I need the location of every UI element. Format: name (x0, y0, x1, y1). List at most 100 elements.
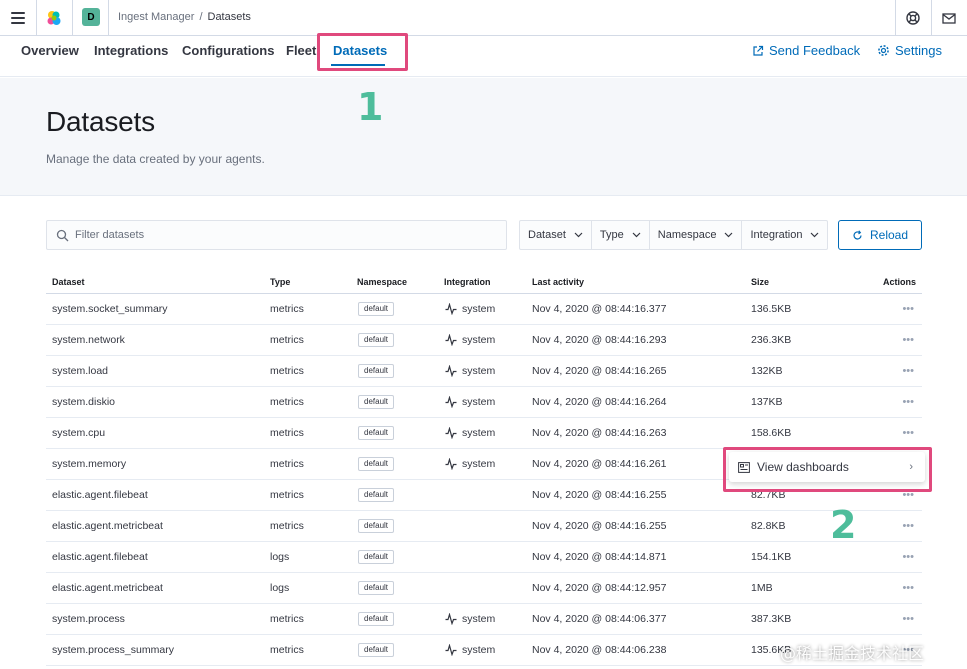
breadcrumb-item-datasets: Datasets (207, 11, 251, 23)
row-actions-button[interactable]: ••• (902, 520, 914, 532)
cell-type: logs (270, 551, 290, 563)
cell-type: logs (270, 582, 290, 594)
cell-type: metrics (270, 644, 304, 656)
breadcrumb: Ingest Manager / Datasets (118, 11, 251, 23)
space-avatar[interactable]: D (82, 8, 100, 26)
filter-group: Dataset Type Namespace Integration (519, 220, 829, 250)
reload-button[interactable]: Reload (838, 220, 922, 250)
settings-label: Settings (895, 43, 942, 58)
column-header-type[interactable]: Type (270, 277, 290, 287)
pulse-icon (445, 427, 457, 439)
column-header-actions: Actions (882, 277, 916, 287)
integration-name: system (462, 613, 496, 625)
table-row: system.process metrics default system No… (46, 604, 922, 635)
cell-size: 137KB (751, 396, 783, 408)
cell-last-activity: Nov 4, 2020 @ 08:44:16.293 (532, 334, 667, 346)
column-header-namespace[interactable]: Namespace (357, 277, 407, 287)
integration-name: system (462, 458, 496, 470)
namespace-badge: default (358, 550, 395, 564)
row-actions-button[interactable]: ••• (902, 427, 914, 439)
row-actions-button[interactable]: ••• (902, 303, 914, 315)
row-actions-button[interactable]: ••• (902, 551, 914, 563)
cell-dataset: elastic.agent.filebeat (52, 551, 148, 563)
filter-integration-button[interactable]: Integration (742, 221, 827, 249)
row-actions-button[interactable]: ••• (902, 582, 914, 594)
help-icon[interactable] (905, 10, 921, 26)
cell-last-activity: Nov 4, 2020 @ 08:44:06.377 (532, 613, 667, 625)
filter-namespace-button[interactable]: Namespace (650, 221, 743, 249)
external-link-icon (753, 45, 764, 56)
table-row: system.load metrics default system Nov 4… (46, 356, 922, 387)
app-nav: Overview Integrations Configurations Fle… (0, 33, 967, 77)
table-row: elastic.agent.metricbeat metrics default… (46, 511, 922, 542)
cell-type: metrics (270, 520, 304, 532)
row-actions-button[interactable]: ••• (902, 613, 914, 625)
column-header-size[interactable]: Size (751, 277, 769, 287)
row-actions-button[interactable]: ••• (902, 334, 914, 346)
tab-configurations[interactable]: Configurations (182, 43, 274, 58)
integration-name: system (462, 644, 496, 656)
table-row: elastic.agent.filebeat logs default Nov … (46, 542, 922, 573)
cell-dataset: system.memory (52, 458, 127, 470)
elastic-logo-icon[interactable] (45, 9, 63, 27)
filter-label: Integration (750, 229, 803, 241)
reload-label: Reload (869, 228, 909, 242)
cell-type: metrics (270, 365, 304, 377)
cell-size: 158.6KB (751, 427, 792, 439)
settings-link[interactable]: Settings (877, 43, 942, 58)
cell-integration: system (445, 396, 495, 408)
cell-dataset: system.cpu (52, 427, 106, 439)
cell-dataset: system.network (52, 334, 125, 346)
tab-integrations[interactable]: Integrations (94, 43, 168, 58)
cell-type: metrics (270, 613, 304, 625)
table-row: system.diskio metrics default system Nov… (46, 387, 922, 418)
row-actions-button[interactable]: ••• (902, 365, 914, 377)
cell-last-activity: Nov 4, 2020 @ 08:44:16.263 (532, 427, 667, 439)
mail-icon[interactable] (941, 10, 957, 26)
send-feedback-label: Send Feedback (769, 43, 861, 58)
integration-name: system (462, 365, 496, 377)
refresh-icon (853, 229, 862, 239)
cell-dataset: system.process_summary (52, 644, 174, 656)
cell-dataset: system.load (52, 365, 109, 377)
header-divider (36, 0, 37, 36)
header-divider (895, 0, 896, 36)
cell-last-activity: Nov 4, 2020 @ 08:44:16.255 (532, 489, 667, 501)
row-actions-button[interactable]: ••• (902, 396, 914, 408)
cell-last-activity: Nov 4, 2020 @ 08:44:12.957 (532, 582, 667, 594)
annotation-marker-1: 1 (357, 85, 384, 129)
namespace-badge: default (358, 581, 395, 595)
filter-label: Type (599, 229, 624, 241)
search-field[interactable] (46, 220, 507, 250)
send-feedback-link[interactable]: Send Feedback (752, 43, 860, 58)
pulse-icon (445, 303, 457, 315)
breadcrumb-item-ingest-manager[interactable]: Ingest Manager (118, 11, 194, 23)
header-divider (108, 0, 109, 36)
menu-icon[interactable] (11, 11, 25, 25)
column-header-integration[interactable]: Integration (444, 277, 491, 287)
pulse-icon (445, 613, 457, 625)
search-input[interactable] (75, 221, 495, 249)
cell-type: metrics (270, 396, 304, 408)
cell-last-activity: Nov 4, 2020 @ 08:44:16.261 (532, 458, 667, 470)
table-row: system.socket_summary metrics default sy… (46, 294, 922, 325)
tab-overview[interactable]: Overview (21, 43, 79, 58)
cell-integration: system (445, 458, 495, 470)
pulse-icon (445, 644, 457, 656)
filter-type-button[interactable]: Type (592, 221, 650, 249)
column-header-dataset[interactable]: Dataset (52, 277, 85, 287)
cell-size: 132KB (751, 365, 783, 377)
tab-fleet[interactable]: Fleet (286, 43, 316, 58)
page-title: Datasets (46, 106, 155, 137)
watermark: @稀土掘金技术社区 (780, 644, 925, 663)
header-divider (72, 0, 73, 36)
cell-size: 387.3KB (751, 613, 792, 625)
column-header-last-activity[interactable]: Last activity (532, 277, 584, 287)
page-description: Manage the data created by your agents. (46, 152, 265, 166)
cell-integration: system (445, 427, 495, 439)
cell-size: 136.5KB (751, 303, 792, 315)
namespace-badge: default (358, 643, 395, 657)
filter-dataset-button[interactable]: Dataset (520, 221, 592, 249)
integration-name: system (462, 427, 496, 439)
annotation-marker-2: 2 (830, 503, 857, 547)
